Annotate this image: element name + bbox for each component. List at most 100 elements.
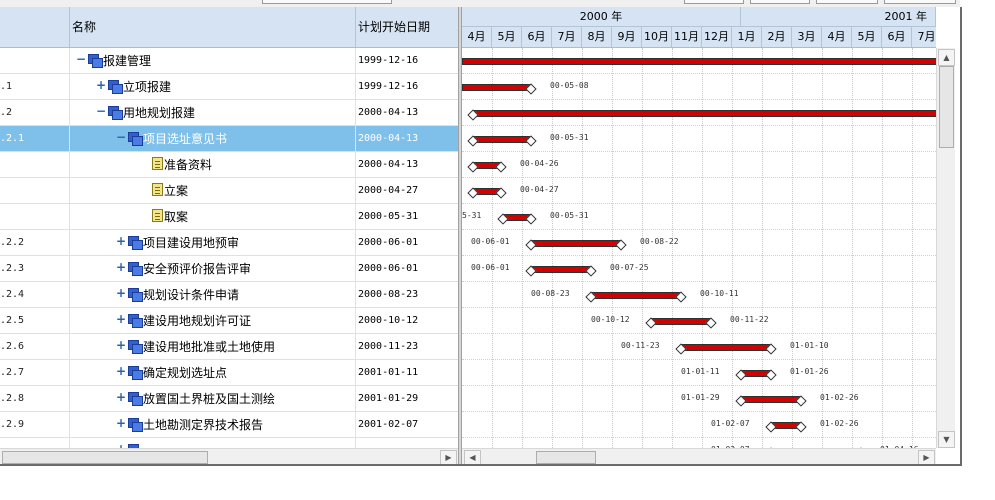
vertical-scrollbar[interactable]: ▲ ▼ bbox=[936, 48, 955, 448]
collapse-icon[interactable]: − bbox=[116, 131, 126, 143]
grid-horizontal-scrollbar[interactable]: ▶ bbox=[0, 448, 458, 464]
column-header-name[interactable]: 名称 bbox=[70, 7, 356, 47]
task-bar[interactable] bbox=[740, 396, 802, 403]
task-row[interactable]: 准备资料 2000-04-13 bbox=[0, 152, 458, 178]
month-header: 6月 bbox=[882, 27, 912, 47]
toolbar-button[interactable] bbox=[684, 0, 744, 4]
task-start-date: 2000-10-12 bbox=[358, 315, 419, 326]
task-row[interactable]: .1 + 立项报建 1999-12-16 bbox=[0, 74, 458, 100]
bar-date-label: 01-01-26 bbox=[790, 367, 829, 376]
scroll-right-icon[interactable]: ▶ bbox=[918, 450, 935, 464]
bar-date-label: 01-01-29 bbox=[681, 393, 720, 402]
task-name-cell: − 项目选址意见书 bbox=[70, 126, 356, 152]
task-row[interactable]: .2.8 + 放置国土界桩及国土测绘 2001-01-29 bbox=[0, 386, 458, 412]
scroll-up-icon[interactable]: ▲ bbox=[938, 49, 955, 66]
task-row[interactable]: .2.2 + 项目建设用地预审 2000-06-01 bbox=[0, 230, 458, 256]
task-row[interactable]: .2.6 + 建设用地批准或土地使用 2000-11-23 bbox=[0, 334, 458, 360]
task-bar[interactable] bbox=[590, 292, 682, 299]
scroll-right-icon[interactable]: ▶ bbox=[440, 450, 457, 464]
task-bar[interactable] bbox=[530, 240, 622, 247]
bar-date-label: 00-05-31 bbox=[550, 133, 589, 142]
collapse-icon[interactable]: − bbox=[96, 105, 106, 117]
row-gridline bbox=[462, 177, 936, 178]
month-gridline bbox=[612, 48, 613, 448]
task-bar[interactable] bbox=[472, 136, 532, 143]
task-row[interactable]: .2.1 − 项目选址意见书 2000-04-13 bbox=[0, 126, 458, 152]
expand-icon[interactable]: + bbox=[116, 287, 126, 299]
expand-icon[interactable]: + bbox=[116, 365, 126, 377]
expand-icon[interactable]: + bbox=[96, 79, 106, 91]
task-bar[interactable] bbox=[462, 84, 532, 91]
task-id: .2.4 bbox=[0, 282, 70, 308]
task-row[interactable]: .2 − 用地规划报建 2000-04-13 bbox=[0, 100, 458, 126]
bar-date-label: 5-31 bbox=[462, 211, 482, 220]
bar-date-label: 00-11-22 bbox=[730, 315, 769, 324]
task-row[interactable]: 立案 2000-04-27 bbox=[0, 178, 458, 204]
task-name-cell: + 放置国土界桩及国土测绘 bbox=[70, 386, 356, 412]
task-row[interactable]: .2.7 + 确定规划选址点 2001-01-11 bbox=[0, 360, 458, 386]
expand-icon[interactable]: + bbox=[116, 417, 126, 429]
column-header-start-date[interactable]: 计划开始日期 bbox=[356, 7, 458, 47]
bar-date-label: 00-10-12 bbox=[591, 315, 630, 324]
task-name: 规划设计条件申请 bbox=[143, 288, 240, 302]
task-bar[interactable] bbox=[650, 318, 712, 325]
task-name-cell: 取案 bbox=[70, 204, 356, 230]
task-row[interactable]: .2.5 + 建设用地规划许可证 2000-10-12 bbox=[0, 308, 458, 334]
row-gridline bbox=[462, 437, 936, 438]
folder-icon bbox=[128, 262, 143, 276]
scroll-thumb[interactable] bbox=[939, 66, 954, 148]
task-start-date: 2000-06-01 bbox=[358, 263, 419, 274]
task-name: 确定规划选址点 bbox=[143, 366, 228, 380]
top-toolbar-strip bbox=[0, 0, 960, 7]
toolbar-button[interactable] bbox=[816, 0, 878, 4]
task-bar[interactable] bbox=[472, 110, 936, 117]
folder-icon bbox=[108, 106, 123, 120]
toolbar-button[interactable] bbox=[262, 0, 392, 4]
task-start-date: 1999-12-16 bbox=[358, 81, 419, 92]
expand-icon[interactable]: + bbox=[116, 391, 126, 403]
task-bar[interactable] bbox=[530, 266, 592, 273]
scroll-down-icon[interactable]: ▼ bbox=[938, 431, 955, 448]
timescale-header: 2000 年 2001 年 4月 5月 6月 7月 8月 9月 10月 11月 12月 1月 2月 3… bbox=[462, 7, 936, 48]
toolbar-button[interactable] bbox=[884, 0, 956, 4]
month-gridline bbox=[822, 48, 823, 448]
month-header: 3月 bbox=[792, 27, 822, 47]
bar-date-label: 00-08-23 bbox=[531, 289, 570, 298]
task-row[interactable]: .2.3 + 安全预评价报告评审 2000-06-01 bbox=[0, 256, 458, 282]
row-gridline bbox=[462, 307, 936, 308]
bar-date-label: 00-07-25 bbox=[610, 263, 649, 272]
task-name: 项目选址意见书 bbox=[143, 132, 228, 146]
task-id: .2.2 bbox=[0, 230, 70, 256]
month-gridline bbox=[762, 48, 763, 448]
task-row[interactable]: .2.9 + 土地勘测定界技术报告 2001-02-07 bbox=[0, 412, 458, 438]
row-gridline bbox=[462, 203, 936, 204]
task-row[interactable]: 取案 2000-05-31 bbox=[0, 204, 458, 230]
month-header: 7月 bbox=[912, 27, 936, 47]
gantt-scroll-thumb[interactable] bbox=[536, 451, 596, 464]
task-bar[interactable] bbox=[462, 58, 936, 65]
expand-icon[interactable]: + bbox=[116, 313, 126, 325]
collapse-icon[interactable]: − bbox=[76, 53, 86, 65]
task-name: 用地规划报建 bbox=[123, 106, 196, 120]
bar-date-label: 00-04-26 bbox=[520, 159, 559, 168]
expand-icon[interactable]: + bbox=[116, 261, 126, 273]
expand-icon[interactable]: + bbox=[116, 339, 126, 351]
expand-icon[interactable]: + bbox=[116, 235, 126, 247]
task-row[interactable]: .2.4 + 规划设计条件申请 2000-08-23 bbox=[0, 282, 458, 308]
toolbar-button[interactable] bbox=[750, 0, 810, 4]
task-bar[interactable] bbox=[680, 344, 772, 351]
grid-scroll-thumb[interactable] bbox=[2, 451, 208, 464]
column-header-id[interactable] bbox=[0, 7, 70, 47]
gantt-horizontal-scrollbar[interactable]: ◀ ▶ bbox=[462, 448, 936, 464]
folder-icon bbox=[128, 418, 143, 432]
task-row[interactable]: − 报建管理 1999-12-16 bbox=[0, 48, 458, 74]
month-header: 12月 bbox=[702, 27, 732, 47]
task-start-date: 2000-06-01 bbox=[358, 237, 419, 248]
month-gridline bbox=[522, 48, 523, 448]
scroll-left-icon[interactable]: ◀ bbox=[464, 450, 481, 464]
month-header: 4月 bbox=[822, 27, 852, 47]
task-name: 安全预评价报告评审 bbox=[143, 262, 252, 276]
task-name-cell: + 建设用地批准或土地使用 bbox=[70, 334, 356, 360]
month-gridline bbox=[702, 48, 703, 448]
task-name-cell: 立案 bbox=[70, 178, 356, 204]
